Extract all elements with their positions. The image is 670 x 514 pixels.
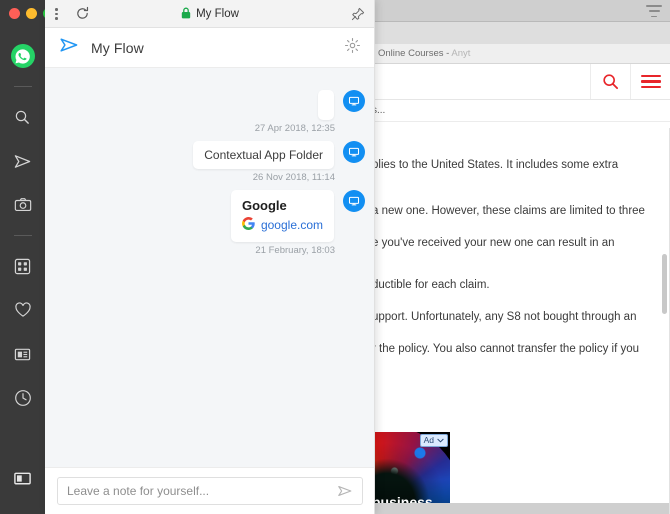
link-url-row[interactable]: google.com [241, 217, 323, 233]
site-search-button[interactable] [590, 64, 630, 99]
screen-root: sung- A [0, 0, 670, 514]
sidebar-item-whatsapp[interactable] [0, 40, 45, 72]
hamburger-menu-icon [640, 74, 661, 89]
browser-tab[interactable]: Online Courses - Anyt [378, 48, 470, 59]
message-timestamp: 26 Nov 2018, 11:14 [252, 172, 335, 183]
browser-tabstrip: Online Courses - Anyt [370, 44, 670, 64]
advertisement[interactable]: Ad business. vices in r teams. mo, excl … [370, 432, 450, 514]
send-icon [338, 485, 352, 497]
google-g-icon [241, 217, 255, 233]
sidebar-panel-icon [14, 472, 31, 485]
ad-badge[interactable]: Ad [419, 434, 448, 447]
sidebar-item-send[interactable] [0, 145, 45, 177]
ad-badge-label: Ad [423, 435, 434, 446]
page-title: My Flow [91, 39, 144, 56]
gear-icon[interactable] [344, 37, 361, 59]
app-sidebar [0, 0, 54, 514]
my-flow-header: My Flow [45, 28, 375, 68]
search-icon [603, 74, 619, 90]
sidebar-item-camera[interactable] [0, 189, 45, 221]
link-url: google.com [260, 218, 323, 232]
article-paragraph: plies to the United States. It includes … [372, 159, 619, 171]
article-paragraph: ductible for each claim. [372, 279, 490, 291]
menu-lines-icon[interactable] [646, 5, 662, 17]
sidebar-rail [0, 40, 45, 426]
news-card-icon [14, 348, 31, 360]
note-input[interactable] [67, 484, 331, 498]
site-menu-button[interactable] [630, 64, 670, 99]
link-title: Google [241, 198, 287, 213]
note-input-wrapper[interactable] [57, 477, 363, 505]
message-row[interactable] [45, 90, 375, 120]
message-bubble[interactable]: Contextual App Folder [193, 141, 334, 169]
my-flow-titlebar: My Flow [45, 0, 375, 28]
article-paragraph: a new one. However, these claims are lim… [372, 205, 645, 217]
desktop-icon [343, 90, 365, 112]
my-flow-titlebar-title: My Flow [196, 8, 239, 20]
browser-toolbar: sung- A [370, 22, 670, 64]
send-note-button[interactable] [337, 483, 353, 499]
my-flow-titlebar-center: My Flow [45, 0, 375, 28]
message-row[interactable]: Google google.com [45, 190, 375, 242]
link-preview-card[interactable]: Google google.com [230, 190, 334, 242]
message-timestamp: 27 Apr 2018, 12:35 [254, 123, 335, 134]
grid-apps-icon [14, 258, 31, 274]
desktop-icon [343, 190, 365, 212]
panel-edge [374, 0, 375, 514]
sidebar-item-history[interactable] [0, 382, 45, 414]
clock-icon [14, 390, 31, 406]
site-header [370, 64, 670, 100]
tab-title: Online Courses - [378, 48, 452, 59]
sidebar-panel-toggle[interactable] [0, 469, 45, 488]
page-bottom-strip [370, 503, 670, 514]
lock-icon [181, 7, 191, 22]
message-timestamp: 21 February, 18:03 [255, 245, 335, 256]
flow-send-icon [59, 35, 79, 60]
pin-icon[interactable] [351, 7, 365, 26]
article-body: plies to the United States. It includes … [370, 156, 670, 372]
browser-window: sung- A [370, 0, 670, 514]
minimize-window-button[interactable] [26, 8, 37, 19]
message-row[interactable]: Contextual App Folder [45, 141, 375, 169]
site-breadcrumb: s... [370, 100, 670, 122]
message-bubble[interactable] [318, 90, 334, 120]
search-icon [15, 110, 29, 124]
article-paragraph: upport. Unfortunately, any S8 not bought… [372, 311, 637, 323]
browser-titlebar [370, 0, 670, 22]
chevron-down-icon [437, 436, 444, 445]
web-page-content: s... plies to the United States. It incl… [370, 64, 670, 514]
desktop-icon [343, 141, 365, 163]
page-scrollbar[interactable] [662, 254, 667, 314]
sidebar-divider [13, 235, 32, 236]
tab-title-truncated: Anyt [451, 48, 471, 59]
heart-icon [14, 302, 31, 317]
sidebar-divider [13, 86, 32, 87]
send-icon [14, 154, 31, 168]
my-flow-panel: My Flow My Flow 27 Apr 2018, 12:35 Conte… [45, 0, 375, 514]
sidebar-item-favorites[interactable] [0, 294, 45, 326]
my-flow-composer [45, 467, 375, 514]
close-window-button[interactable] [9, 8, 20, 19]
my-flow-message-list[interactable]: 27 Apr 2018, 12:35 Contextual App Folder… [45, 68, 375, 467]
sidebar-item-news[interactable] [0, 338, 45, 370]
sidebar-item-search[interactable] [0, 101, 45, 133]
sidebar-item-apps[interactable] [0, 250, 45, 282]
whatsapp-icon [10, 44, 35, 68]
article-paragraph: e you've received your new one can resul… [372, 237, 615, 249]
article-paragraph: r the policy. You also cannot transfer t… [372, 343, 639, 355]
camera-icon [14, 198, 31, 211]
